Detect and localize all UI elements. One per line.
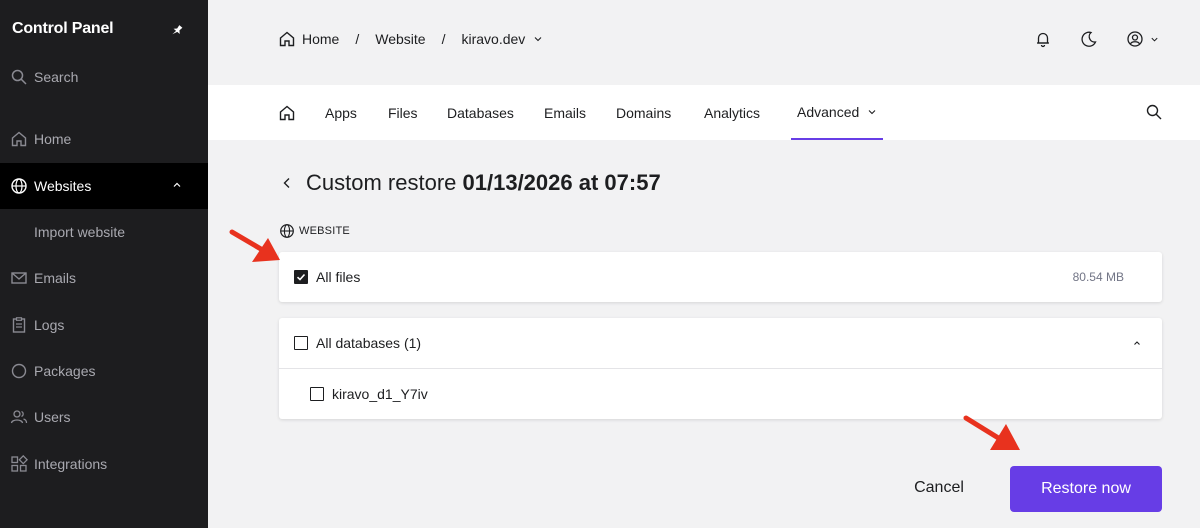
- pin-icon[interactable]: [170, 24, 184, 38]
- page-title-prefix: Custom restore: [306, 170, 457, 195]
- files-label: All files: [316, 269, 361, 285]
- clipboard-icon: [12, 317, 26, 333]
- sidebar-item-label: Home: [34, 131, 72, 147]
- page-title: Custom restore 01/13/2026 at 07:57: [306, 170, 661, 196]
- page-title-row: Custom restore 01/13/2026 at 07:57: [280, 170, 661, 196]
- sidebar-item-label: Packages: [34, 363, 96, 379]
- search-icon[interactable]: [1145, 103, 1163, 121]
- database-item-label: kiravo_d1_Y7iv: [332, 386, 428, 402]
- globe-icon: [11, 178, 27, 194]
- sidebar-item-label: Logs: [34, 317, 65, 333]
- sidebar-item-label: Users: [34, 409, 71, 425]
- section-label-text: WEBSITE: [299, 225, 350, 237]
- files-checkbox[interactable]: [294, 270, 308, 284]
- users-icon: [10, 410, 28, 424]
- breadcrumb: Home / Website / kiravo.dev: [278, 30, 543, 48]
- home-icon[interactable]: [278, 30, 296, 48]
- tab-home[interactable]: [278, 85, 296, 140]
- tab-databases[interactable]: Databases: [447, 85, 514, 140]
- sidebar-item-emails[interactable]: Emails: [0, 255, 208, 301]
- circle-icon: [11, 363, 27, 379]
- user-avatar-icon[interactable]: [1126, 30, 1144, 48]
- files-row[interactable]: All files 80.54 MB: [279, 252, 1162, 302]
- chevron-up-icon: [173, 182, 181, 187]
- tab-analytics[interactable]: Analytics: [704, 85, 760, 140]
- sidebar-item-websites[interactable]: Websites: [0, 163, 208, 209]
- breadcrumb-separator: /: [441, 31, 446, 47]
- tab-emails[interactable]: Emails: [544, 85, 586, 140]
- grid-icon: [11, 455, 28, 472]
- databases-label: All databases (1): [316, 335, 422, 351]
- databases-checkbox[interactable]: [294, 336, 308, 350]
- chevron-down-icon[interactable]: [1150, 35, 1159, 44]
- breadcrumb-separator: /: [355, 31, 360, 47]
- sidebar-item-packages[interactable]: Packages: [0, 348, 208, 394]
- sidebar-item-integrations[interactable]: Integrations: [0, 441, 208, 487]
- tab-domains[interactable]: Domains: [616, 85, 671, 140]
- sidebar-item-label: Emails: [34, 270, 77, 286]
- tab-bar: Apps Files Databases Emails Domains Anal…: [208, 85, 1200, 140]
- tab-apps[interactable]: Apps: [325, 85, 357, 140]
- tab-advanced[interactable]: Advanced: [791, 85, 884, 140]
- moon-icon[interactable]: [1080, 30, 1098, 48]
- top-header: Home / Website / kiravo.dev: [208, 0, 1200, 85]
- tab-advanced-label: Advanced: [797, 103, 860, 120]
- chevron-down-icon: [868, 109, 876, 114]
- search-icon: [11, 69, 27, 85]
- sidebar: Control Panel Search Home Websites Impor…: [0, 0, 208, 528]
- chevron-up-icon[interactable]: [1132, 338, 1142, 348]
- sidebar-item-users[interactable]: Users: [0, 394, 208, 440]
- chevron-left-icon[interactable]: [280, 176, 294, 190]
- sidebar-item-home[interactable]: Home: [0, 116, 208, 162]
- bell-icon[interactable]: [1034, 30, 1052, 48]
- sidebar-search[interactable]: Search: [0, 54, 208, 100]
- cancel-button[interactable]: Cancel: [894, 466, 984, 510]
- annotation-arrow-icon: [963, 415, 1020, 450]
- home-icon: [279, 105, 295, 120]
- tab-files[interactable]: Files: [388, 85, 418, 140]
- restore-now-button[interactable]: Restore now: [1010, 466, 1162, 512]
- sidebar-item-label: Websites: [34, 178, 92, 194]
- database-item-checkbox[interactable]: [310, 387, 324, 401]
- sidebar-item-label: Integrations: [34, 456, 108, 472]
- mail-icon: [11, 272, 27, 284]
- databases-row[interactable]: All databases (1): [279, 318, 1162, 368]
- breadcrumb-website[interactable]: Website: [375, 31, 425, 47]
- breadcrumb-domain[interactable]: kiravo.dev: [461, 31, 525, 47]
- breadcrumb-home[interactable]: Home: [302, 31, 339, 47]
- sidebar-item-logs[interactable]: Logs: [0, 302, 208, 348]
- files-size: 80.54 MB: [1072, 270, 1124, 284]
- database-item-row[interactable]: kiravo_d1_Y7iv: [279, 369, 1162, 419]
- sidebar-search-label: Search: [34, 69, 79, 85]
- chevron-down-icon[interactable]: [533, 34, 543, 44]
- page-title-date: 01/13/2026 at 07:57: [462, 170, 661, 195]
- annotation-arrow-icon: [229, 229, 280, 262]
- checkmark-icon: [296, 273, 306, 281]
- databases-card: All databases (1) kiravo_d1_Y7iv: [279, 318, 1162, 419]
- files-card: All files 80.54 MB: [279, 252, 1162, 302]
- home-icon: [11, 131, 27, 147]
- sidebar-subitem-import-website[interactable]: Import website: [34, 224, 125, 240]
- brand-logo: Control Panel: [12, 20, 114, 37]
